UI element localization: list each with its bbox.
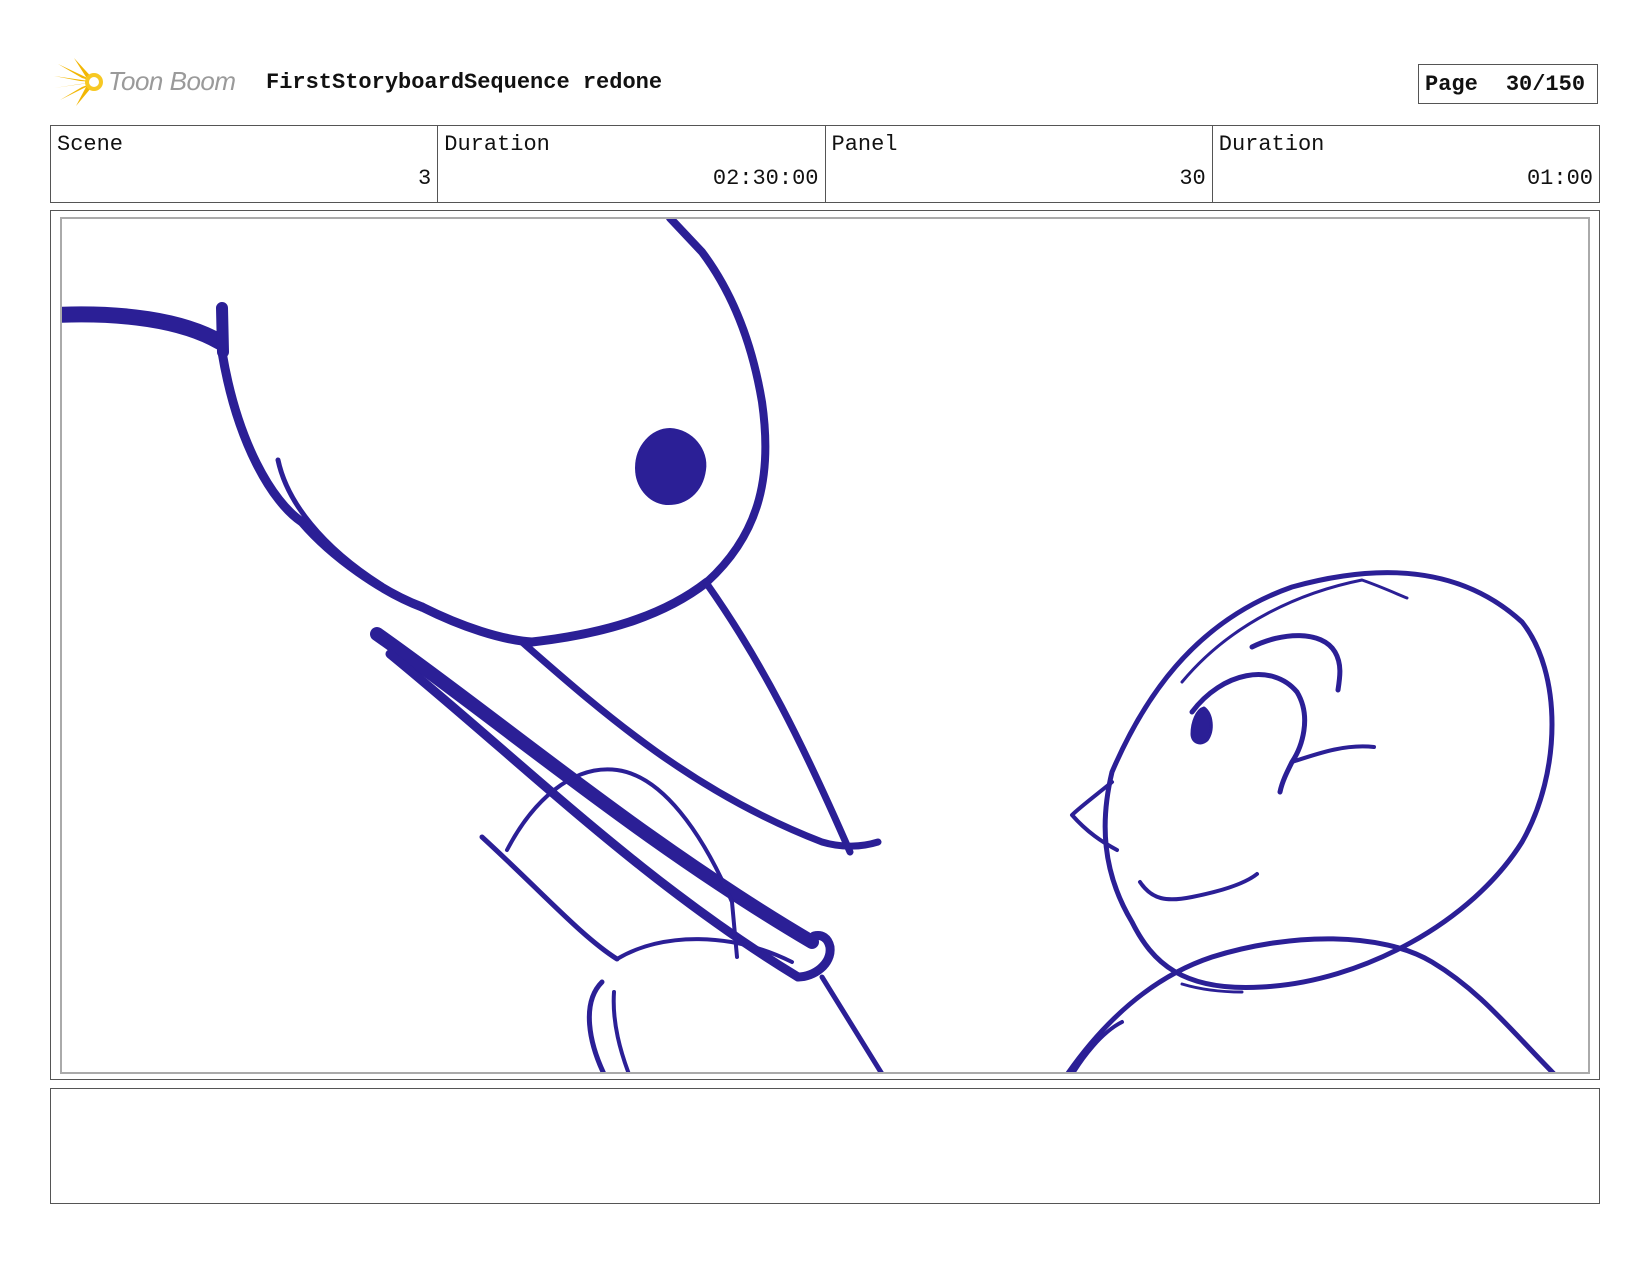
page-value: 30/150 [1505,71,1586,97]
boy-brow [1249,633,1343,693]
panel-value: 30 [1179,166,1206,191]
sequence-title: FirstStoryboardSequence redone [266,70,663,95]
storyboard-sketch [62,219,1556,1072]
panel-duration-cell: Duration 01:00 [1213,126,1599,202]
page-label: Page [1425,71,1478,97]
boy-head-outline [1102,570,1555,991]
small-figure-head [505,767,739,959]
bird-head-chin [417,577,712,647]
brand-name: Toon Boom [108,66,236,96]
pole-stroke-a [370,627,819,949]
page-counter: Page 30/150 [1418,64,1598,104]
scene-value: 3 [418,166,432,191]
small-figure-body [586,979,606,1072]
panel-notes-box[interactable] [50,1088,1600,1204]
storyboard-header: Toon Boom FirstStoryboardSequence redone… [52,56,1600,108]
small-figure-body-2 [611,990,631,1072]
boy-mouth [1138,872,1259,902]
small-figure-arm [479,834,620,962]
bird-neck-tip [216,302,229,358]
bird-beak-upper [703,580,854,856]
panel-info-table: Scene 3 Duration 02:30:00 Panel 30 Durat… [50,125,1600,203]
bird-neck-stroke [62,306,228,350]
panel-label: Panel [831,132,898,157]
scene-cell: Scene 3 [51,126,439,202]
bird-eye [635,428,707,506]
boy-ear-inner [1290,744,1376,764]
panel-cell: Panel 30 [826,126,1213,202]
scene-label: Scene [57,132,124,157]
pole-shadow [819,974,884,1072]
boy-eye [1190,706,1213,745]
toon-boom-logo: Toon Boom [52,56,252,108]
panel-duration-label: Duration [1218,132,1325,157]
scene-duration-value: 02:30:00 [712,166,819,191]
scene-duration-label: Duration [444,132,550,157]
bird-head-back [217,347,427,612]
scene-duration-cell: Duration 02:30:00 [438,126,826,202]
bird-head-front [666,219,770,586]
panel-drawing-area[interactable] [60,217,1590,1074]
starburst-icon [54,58,103,106]
panel-duration-value: 01:00 [1526,166,1593,191]
bird-jaw-hook [275,457,385,588]
boy-shoulders [1065,936,1556,1072]
